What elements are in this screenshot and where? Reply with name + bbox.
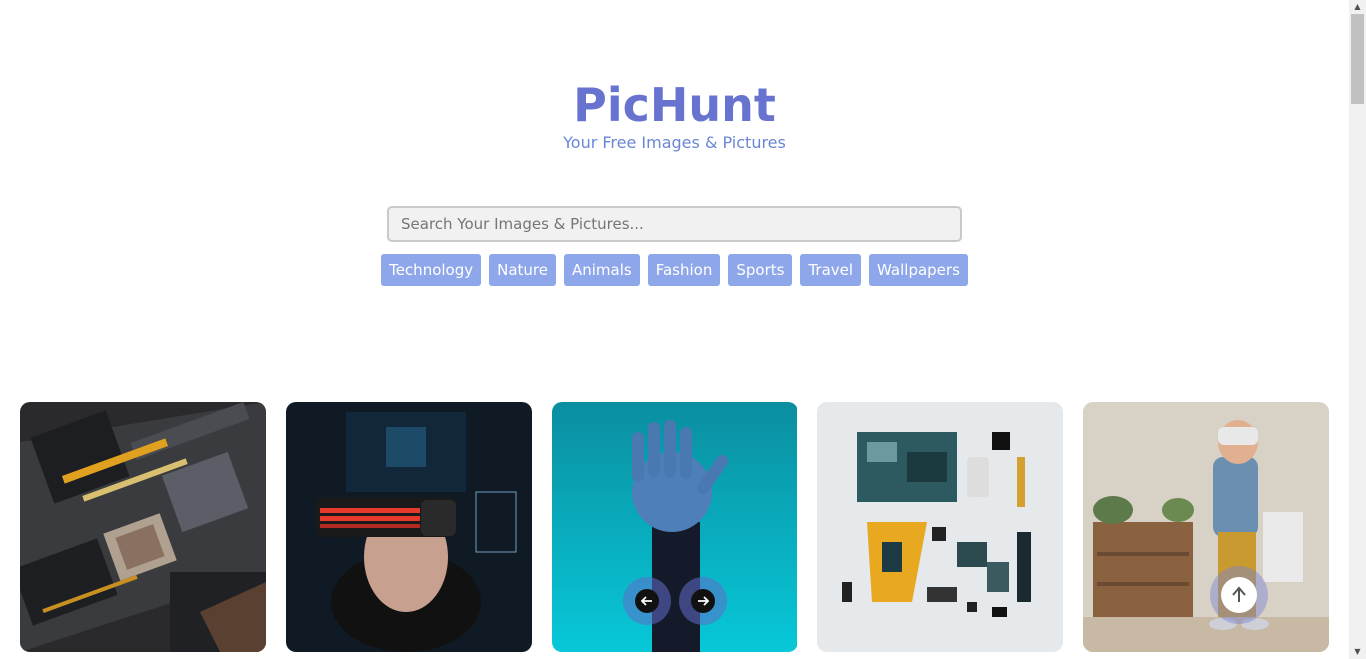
category-button-technology[interactable]: Technology [381,254,482,286]
search-bar [387,206,962,242]
category-button-wallpapers[interactable]: Wallpapers [869,254,968,286]
phone-components-image [817,402,1063,652]
scroll-up-icon[interactable]: ▲ [1349,0,1366,14]
robot-hand-image [552,402,797,652]
page: PicHunt Your Free Images & Pictures Tech… [0,0,1366,659]
circuit-board-image [20,402,266,652]
image-gallery [20,402,1329,652]
brand-header: PicHunt Your Free Images & Pictures [0,76,1349,154]
category-button-fashion[interactable]: Fashion [647,254,721,286]
site-subtitle: Your Free Images & Pictures [563,133,786,152]
search-input[interactable] [387,206,962,242]
man-vr-image [286,402,532,652]
gallery-image-phone-components[interactable] [817,402,1063,652]
gallery-image-man-vr[interactable] [286,402,532,652]
boy-vr-image [1083,402,1329,652]
carousel-next-button[interactable] [679,577,727,625]
back-to-top-button[interactable] [1210,566,1268,624]
scroll-thumb[interactable] [1351,14,1364,104]
category-button-sports[interactable]: Sports [728,254,793,286]
arrow-right-icon [691,589,715,613]
scroll-down-icon[interactable]: ▼ [1349,645,1366,659]
carousel-prev-button[interactable] [623,577,671,625]
arrow-up-icon [1221,577,1257,613]
gallery-image-boy-vr[interactable] [1083,402,1329,652]
page-scrollbar[interactable]: ▲ ▼ [1349,0,1366,659]
category-button-nature[interactable]: Nature [489,254,556,286]
site-title: PicHunt [573,78,776,132]
gallery-image-robot-hand[interactable] [552,402,798,652]
category-list: Technology Nature Animals Fashion Sports… [0,254,1349,286]
gallery-image-circuit-board[interactable] [20,402,266,652]
arrow-left-icon [635,589,659,613]
category-button-travel[interactable]: Travel [800,254,862,286]
category-button-animals[interactable]: Animals [564,254,640,286]
